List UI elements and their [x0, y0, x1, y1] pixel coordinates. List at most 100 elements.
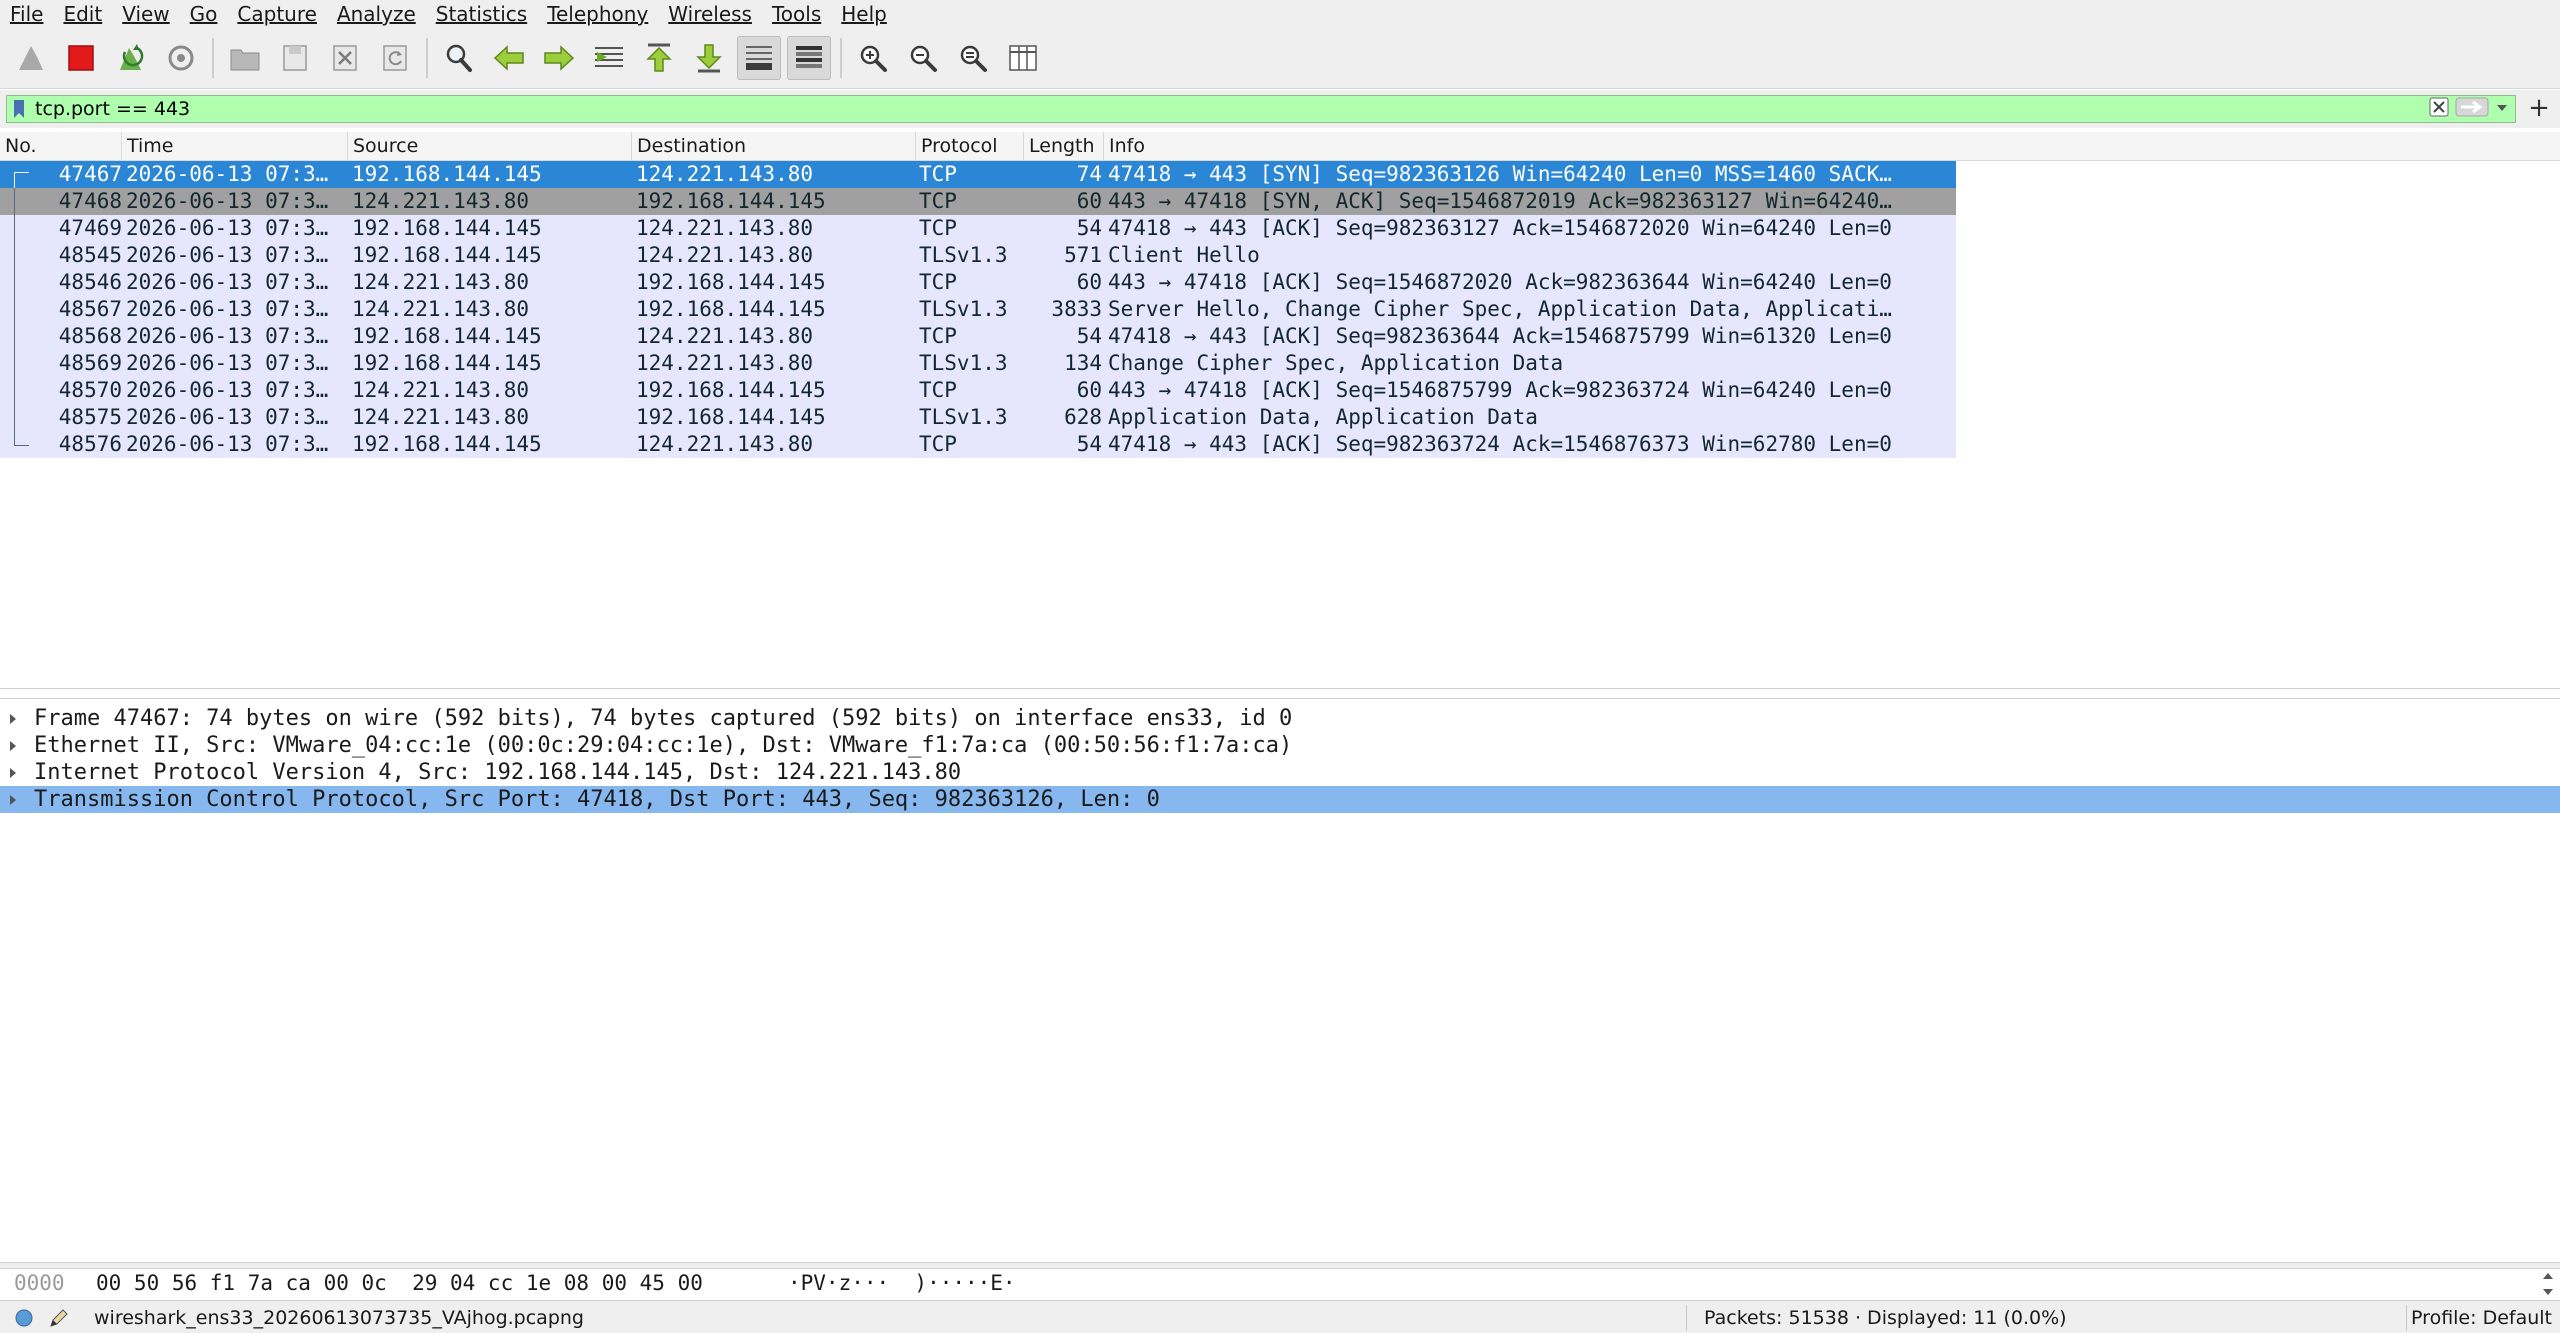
table-row[interactable]: 47468 2026-06-13 07:3… 124.221.143.80 192.1… [0, 188, 1956, 215]
go-to-packet-icon[interactable] [587, 36, 631, 80]
detail-row-frame[interactable]: Frame 47467: 74 bytes on wire (592 bits)… [0, 705, 2560, 732]
cell-info: 443 → 47418 [SYN, ACK] Seq=1546872019 Ac… [1108, 189, 1892, 213]
cell-time: 2026-06-13 07:3… [126, 324, 329, 348]
display-filter-input[interactable]: tcp.port == 443 [6, 95, 2516, 123]
table-row[interactable]: 48546 2026-06-13 07:3… 124.221.143.80 192.1… [0, 269, 1956, 296]
cell-dst: 192.168.144.145 [636, 405, 826, 429]
detail-row-tcp[interactable]: Transmission Control Protocol, Src Port:… [0, 786, 2560, 813]
add-filter-button-plus-icon[interactable]: + [2526, 94, 2552, 122]
last-packet-icon[interactable] [687, 36, 731, 80]
colorize-icon[interactable] [787, 36, 831, 80]
status-profile[interactable]: Profile: Default [2411, 1307, 2552, 1329]
column-header-length[interactable]: Length [1024, 132, 1104, 160]
bytes-scrollbar[interactable] [2540, 1271, 2556, 1297]
capture-options-icon[interactable] [159, 36, 203, 80]
expand-arrow-icon[interactable] [10, 741, 16, 751]
expand-arrow-icon[interactable] [10, 768, 16, 778]
expand-arrow-icon[interactable] [10, 714, 16, 724]
go-forward-icon[interactable] [537, 36, 581, 80]
table-row[interactable]: 48569 2026-06-13 07:3… 192.168.144.145 124.… [0, 350, 1956, 377]
cell-time: 2026-06-13 07:3… [126, 162, 329, 186]
first-packet-icon[interactable] [637, 36, 681, 80]
close-file-icon[interactable] [323, 36, 367, 80]
stop-icon[interactable] [59, 36, 103, 80]
find-packet-icon[interactable] [437, 36, 481, 80]
detail-row-ethernet[interactable]: Ethernet II, Src: VMware_04:cc:1e (00:0c… [0, 732, 2560, 759]
menu-file[interactable]: File [0, 0, 53, 28]
detail-row-ip[interactable]: Internet Protocol Version 4, Src: 192.16… [0, 759, 2560, 786]
zoom-out-icon[interactable] [901, 36, 945, 80]
reload-icon[interactable] [373, 36, 417, 80]
filter-text: tcp.port == 443 [35, 98, 191, 120]
cell-time: 2026-06-13 07:3… [126, 189, 329, 213]
table-row[interactable]: 48545 2026-06-13 07:3… 192.168.144.145 124.… [0, 242, 1956, 269]
cell-no: 48569 [58, 351, 122, 375]
status-capture-file: wireshark_ens33_20260613073735_VAjhog.pc… [94, 1307, 584, 1329]
cell-src: 192.168.144.145 [352, 351, 542, 375]
normal-size-icon[interactable] [951, 36, 995, 80]
filter-bookmark-icon[interactable] [7, 96, 31, 122]
bytes-ascii[interactable]: ·PV·z··· )·····E· [788, 1271, 1016, 1295]
menu-analyze[interactable]: Analyze [327, 0, 426, 28]
column-header-no[interactable]: No. [0, 132, 122, 160]
menu-statistics[interactable]: Statistics [426, 0, 537, 28]
main-toolbar [0, 28, 2560, 89]
table-row[interactable]: 48568 2026-06-13 07:3… 192.168.144.145 124.… [0, 323, 1956, 350]
cell-len: 60 [1076, 270, 1102, 294]
table-row[interactable]: 47467 2026-06-13 07:3… 192.168.144.145 124.… [0, 161, 1956, 189]
auto-scroll-icon[interactable] [737, 36, 781, 80]
table-row[interactable]: 47469 2026-06-13 07:3… 192.168.144.145 124.… [0, 215, 1956, 242]
column-header-source[interactable]: Source [348, 132, 632, 160]
table-row[interactable]: 48567 2026-06-13 07:3… 124.221.143.80 192.1… [0, 296, 1956, 323]
cell-info: Client Hello [1108, 243, 1260, 267]
cell-time: 2026-06-13 07:3… [126, 405, 329, 429]
cell-info: Change Cipher Spec, Application Data [1108, 351, 1564, 375]
cell-len: 60 [1076, 189, 1102, 213]
cell-no: 48575 [58, 405, 122, 429]
cell-no: 48546 [58, 270, 122, 294]
cell-proto: TCP [919, 162, 957, 186]
filter-history-chevron-down-icon[interactable] [2495, 100, 2509, 119]
cell-proto: TLSv1.3 [919, 405, 1008, 429]
cell-no: 47467 [58, 162, 122, 186]
menu-capture[interactable]: Capture [227, 0, 327, 28]
menu-tools[interactable]: Tools [762, 0, 831, 28]
bytes-hex[interactable]: 00 50 56 f1 7a ca 00 0c 29 04 cc 1e 08 0… [96, 1271, 703, 1295]
cell-len: 54 [1076, 324, 1102, 348]
cell-no: 47468 [58, 189, 122, 213]
save-file-icon[interactable] [273, 36, 317, 80]
scroll-down-icon [2543, 1289, 2553, 1295]
column-header-destination[interactable]: Destination [632, 132, 916, 160]
table-row[interactable]: 48576 2026-06-13 07:3… 192.168.144.145 124.… [0, 431, 1956, 458]
menu-wireless[interactable]: Wireless [658, 0, 762, 28]
cell-proto: TLSv1.3 [919, 243, 1008, 267]
toolbar-separator [426, 38, 428, 78]
zoom-in-icon[interactable] [851, 36, 895, 80]
clear-filter-icon[interactable] [2429, 97, 2449, 121]
menu-help[interactable]: Help [831, 0, 897, 28]
menu-edit[interactable]: Edit [53, 0, 112, 28]
cell-info: 47418 → 443 [ACK] Seq=982363127 Ack=1546… [1108, 216, 1892, 240]
table-row[interactable]: 48575 2026-06-13 07:3… 124.221.143.80 192.1… [0, 404, 1956, 431]
cell-info: 443 → 47418 [ACK] Seq=1546875799 Ack=982… [1108, 378, 1892, 402]
menu-view[interactable]: View [112, 0, 179, 28]
packet-details: Frame 47467: 74 bytes on wire (592 bits)… [0, 698, 2560, 1261]
cell-dst: 124.221.143.80 [636, 432, 814, 456]
open-file-icon[interactable] [223, 36, 267, 80]
menu-telephony[interactable]: Telephony [537, 0, 658, 28]
restart-icon[interactable] [109, 36, 153, 80]
cell-src: 192.168.144.145 [352, 324, 542, 348]
column-header-info[interactable]: Info [1104, 132, 2560, 160]
table-row[interactable]: 48570 2026-06-13 07:3… 124.221.143.80 192.1… [0, 377, 1956, 404]
status-bar: wireshark_ens33_20260613073735_VAjhog.pc… [0, 1300, 2560, 1333]
go-back-icon[interactable] [487, 36, 531, 80]
column-header-time[interactable]: Time [122, 132, 348, 160]
apply-filter-icon[interactable] [2455, 97, 2489, 121]
menu-go[interactable]: Go [180, 0, 228, 28]
expand-arrow-icon[interactable] [10, 795, 16, 805]
column-header-protocol[interactable]: Protocol [916, 132, 1024, 160]
expert-info-icon[interactable] [14, 1308, 34, 1333]
resize-columns-icon[interactable] [1001, 36, 1045, 80]
shark-fin-start-icon[interactable] [9, 36, 53, 80]
capture-comment-edit-icon[interactable] [48, 1307, 70, 1333]
